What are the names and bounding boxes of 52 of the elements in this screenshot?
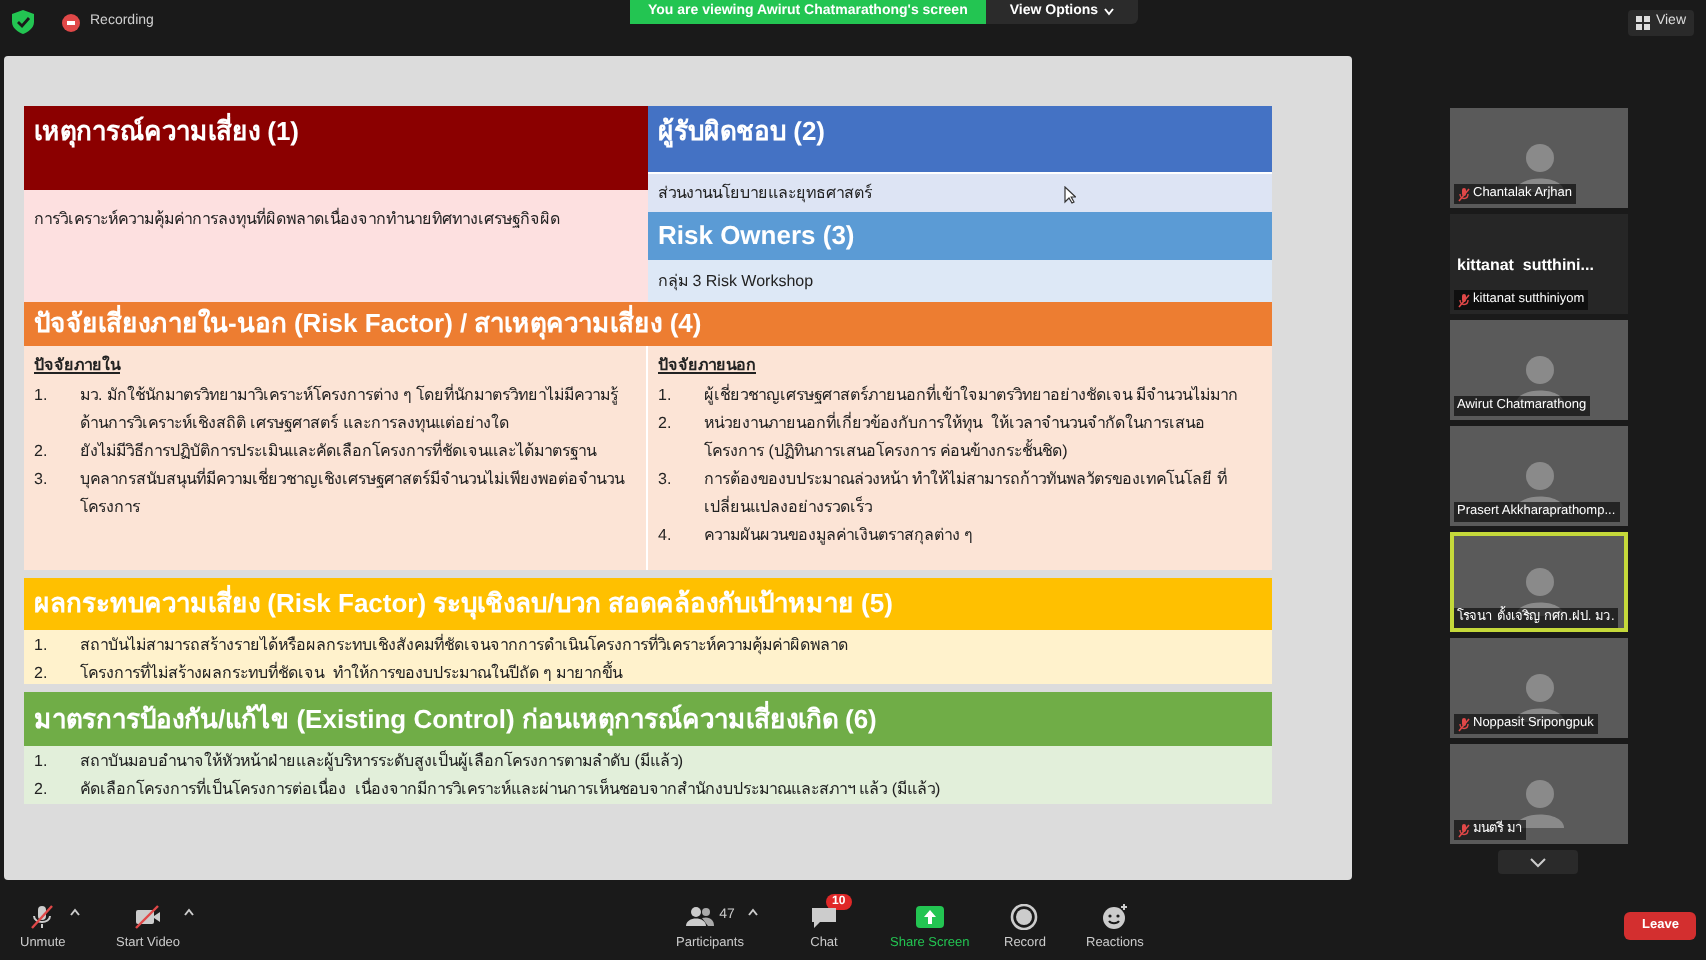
list-number: 2. xyxy=(34,440,50,464)
list-item-text: คัดเลือกโครงการที่เป็นโครงการต่อเนื่อง เนื่องจากมีการวิเคราะห์และผ่านการเห็นชอบจากสำนักงบประมาณและสภาฯ แล้ว (มีแล้ว) xyxy=(80,776,941,802)
scroll-down-button[interactable] xyxy=(1498,850,1578,874)
list-number: 4. xyxy=(658,524,674,548)
grid-icon xyxy=(1635,15,1650,29)
mouse-pointer-icon xyxy=(1064,186,1076,204)
column-heading: ปัจจัยภายใน xyxy=(34,354,123,378)
list-number: 1. xyxy=(34,384,50,408)
list-item-text: หน่วยงานภายนอกที่เกี่ยวข้องกับการให้ทุน ให้เวลาจำนวนจำกัดในการเสนอโครงการ (ปฏิทินการเสนอโครงการ ค่อนข้างกระชั้นชิด) xyxy=(704,410,1207,464)
chat-bubble-icon xyxy=(810,903,838,929)
event-text: การวิเคราะห์ความคุ้มค่าการลงทุนที่ผิดพลาดเนื่องจากทำนายทิศทางเศรษฐกิจผิด xyxy=(24,190,648,302)
record-icon xyxy=(1010,903,1039,929)
people-icon xyxy=(685,903,714,929)
control-heading: มาตรการป้องกัน/แก้ไข (Existing Control) ก่อนเหตุการณ์ความเสี่ยงเกิด (6) xyxy=(24,692,1272,746)
recording-icon xyxy=(62,13,80,31)
shield-icon xyxy=(12,10,34,34)
share-screen-icon xyxy=(915,903,944,929)
list-number: 3. xyxy=(34,468,50,492)
smiley-icon xyxy=(1100,903,1129,929)
list-number: 2. xyxy=(658,412,674,436)
list-item-text: สถาบันมอบอำนาจให้หัวหน้าฝ่ายและผู้บริหารระดับสูงเป็นผู้เลือกโครงการตามลำดับ (มีแล้ว) xyxy=(80,748,684,775)
person-silhouette-icon xyxy=(1515,776,1563,828)
event-heading: เหตุการณ์ความเสี่ยง (1) xyxy=(24,106,648,190)
muted-mic-icon xyxy=(28,903,57,929)
risk-factor-heading: ปัจจัยเสี่ยงภายใน-นอก (Risk Factor) / สาเหตุความเสี่ยง (4) xyxy=(24,302,1272,346)
list-item-text: มว. มักใช้นักมาตรวิทยามาวิเคราะห์โครงการต่าง ๆ โดยที่นักมาตรวิทยาไม่มีความรู้ด้านการวิเคราะห์เชิงสถิติ เศรษฐศาสตร์ และการลงทุนแต่อย่างใด xyxy=(80,382,620,437)
chevron-down-icon xyxy=(1104,8,1115,16)
list-item-text: การต้องของบประมาณล่วงหน้า ทำให้ไม่สามารถก้าวทันพลวัตรของเทคโนโลยี ที่เปลี่ยนแปลงอย่างรวดเร็ว xyxy=(704,466,1229,520)
list-number: 2. xyxy=(34,778,50,802)
owner-text: ส่วนงานนโยบายและยุทธศาสตร์ xyxy=(648,172,1272,212)
list-number: 2. xyxy=(34,662,50,686)
video-off-icon xyxy=(134,903,163,929)
caret-up-icon xyxy=(69,908,80,916)
list-item-text: ผู้เชี่ยวชาญเศรษฐศาสตร์ภายนอกที่เข้าใจมาตรวิทยาอย่างชัดเจน มีจำนวนไม่มาก xyxy=(704,382,1239,409)
caret-up-icon xyxy=(184,908,195,916)
list-item-text: บุคลากรสนับสนุนที่มีความเชี่ยวชาญเชิงเศรษฐศาสตร์มีจำนวนไม่เพียงพอต่อจำนวนโครงการ xyxy=(80,466,627,520)
list-item-text: ยังไม่มีวิธีการปฏิบัติการประเมินและคัดเลือกโครงการที่ชัดเจนและได้มาตรฐาน xyxy=(80,438,596,464)
list-number: 1. xyxy=(658,384,674,408)
risk-owners-heading: Risk Owners (3) xyxy=(648,212,1272,260)
chevron-down-icon xyxy=(1530,857,1546,867)
participant-display-name: kittanat sutthini... xyxy=(1457,254,1594,278)
risk-owners-text: กลุ่ม 3 Risk Workshop xyxy=(648,260,1272,302)
owner-heading: ผู้รับผิดชอบ (2) xyxy=(648,106,1272,172)
column-heading: ปัจจัยภายนอก xyxy=(658,354,758,378)
list-number: 1. xyxy=(34,634,50,658)
list-number: 3. xyxy=(658,468,674,492)
list-item-text: สถาบันไม่สามารถสร้างรายได้หรือผลกระทบเชิงสังคมที่ชัดเจนจากการดำเนินโครงการที่วิเคราะห์ความคุ้มค่าผิดพลาด xyxy=(80,632,848,659)
list-item-text: ความผันผวนของมูลค่าเงินตราสกุลต่าง ๆ xyxy=(704,524,973,549)
caret-up-icon xyxy=(747,908,758,916)
impact-heading: ผลกระทบความเสี่ยง (Risk Factor) ระบุเชิงลบ/บวก สอดคล้องกับเป้าหมาย (5) xyxy=(24,578,1272,630)
list-number: 1. xyxy=(34,750,50,774)
list-item-text: โครงการที่ไม่สร้างผลกระทบที่ชัดเจน ทำให้การของบประมาณในปีถัด ๆ มายากขึ้น xyxy=(80,660,622,686)
